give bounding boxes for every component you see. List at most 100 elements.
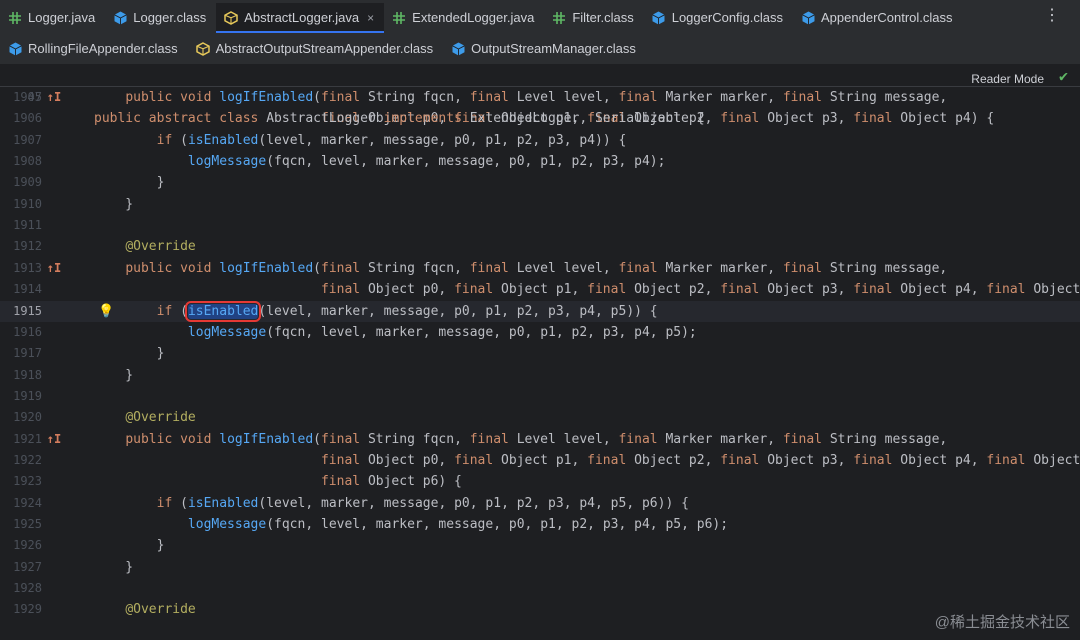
code-line[interactable]: 1917 } [0,343,1080,364]
code-line[interactable]: 1915 💡 if (isEnabled(level, marker, messa… [0,300,1080,322]
code-line[interactable]: 1916 logMessage(fqcn, level, marker, mes… [0,322,1080,343]
code-text: public void logIfEnabled(final String fq… [125,90,948,105]
class-file-icon [652,11,666,25]
reader-mode-toggle[interactable]: Reader Mode [971,68,1044,90]
line-number[interactable]: 1921 [0,429,42,450]
sticky-code: public abstract class AbstractLogger imp… [94,111,705,126]
code-line[interactable]: 1909 } [0,172,1080,193]
highlighted-method-call[interactable]: isEnabled [184,300,262,322]
code-text: } [94,538,165,554]
line-number[interactable]: 1919 [0,386,42,407]
tab-label: RollingFileAppender.class [28,41,178,56]
tab-row-1: Logger.java Logger.class AbstractLogger.ja… [0,2,963,33]
code-line[interactable]: 1920 @Override [0,407,1080,428]
line-number[interactable]: 1910 [0,194,42,215]
code-text: } [94,175,165,191]
line-number[interactable]: 1920 [0,407,42,428]
tab-logger-class[interactable]: Logger.class [105,3,216,33]
code-line[interactable]: 1923 final Object p6) { [0,471,1080,492]
class-file-icon [8,42,22,56]
interface-java-icon [392,11,406,25]
code-text: logMessage(fqcn, level, marker, message,… [187,517,729,532]
code-line[interactable]: 1912 @Override [0,236,1080,257]
code-line[interactable]: 1905↑I public void logIfEnabled(final St… [0,87,1080,108]
class-file-icon [451,42,465,56]
line-number[interactable]: 1913 [0,258,42,279]
line-number[interactable]: 1922 [0,450,42,471]
tab-appendercontrol-class[interactable]: AppenderControl.class [793,3,963,33]
code-line[interactable]: 1913 ↑I public void logIfEnabled(final St… [0,258,1080,279]
code-line[interactable]: 1910 } [0,194,1080,215]
code-text: } [94,346,165,362]
tab-label: Logger.class [133,10,207,25]
tab-loggerconfig-class[interactable]: LoggerConfig.class [644,3,793,33]
code-text: final Object p0, final Object p1, final … [320,282,1080,298]
code-line[interactable]: 1918 } [0,365,1080,386]
tab-abstractlogger-java[interactable]: AbstractLogger.java × [216,2,385,33]
tab-label: Logger.java [28,10,96,25]
line-number[interactable]: 1927 [0,557,42,578]
code-line[interactable]: 1907 if (isEnabled(level, marker, messag… [0,130,1080,151]
code-text: public void logIfEnabled(final String fq… [125,260,948,276]
line-number[interactable]: 1926 [0,535,42,556]
tab-label: Filter.class [572,10,634,25]
code-text: if (isEnabled(level, marker, message, p0… [156,300,658,322]
more-tabs-menu-icon[interactable]: ⋮ [1044,8,1060,24]
tab-filter-class[interactable]: Filter.class [544,3,643,33]
tab-logger-java[interactable]: Logger.java [0,3,105,33]
tab-label: LoggerConfig.class [671,10,784,25]
code-line[interactable]: 1924 if (isEnabled(level, marker, messag… [0,493,1080,514]
line-number[interactable]: 1925 [0,514,42,535]
line-number[interactable]: 1924 [0,493,42,514]
code-line[interactable]: 1929 @Override [0,599,1080,620]
line-number[interactable]: 1914 [0,279,42,300]
abstract-class-icon [224,10,238,25]
implements-method-gutter-icon[interactable]: ↑I [46,429,62,450]
code-line[interactable]: 1919 [0,386,1080,407]
line-number[interactable]: 1929 [0,599,42,620]
code-line[interactable]: 1908 logMessage(fqcn, level, marker, mes… [0,151,1080,172]
code-text: public void logIfEnabled(final String fq… [125,431,948,447]
interface-java-icon [552,11,566,25]
code-text: @Override [125,239,196,255]
code-text: logMessage(fqcn, level, marker, message,… [187,324,697,340]
tab-outputstreammanager-class[interactable]: OutputStreamManager.class [443,34,646,64]
implements-method-gutter-icon[interactable]: ↑I [46,258,62,279]
inspection-ok-icon[interactable]: ✔ [1059,65,1068,87]
tab-label: AbstractLogger.java [244,10,360,25]
code-line[interactable]: 1914 final Object p0, final Object p1, f… [0,279,1080,300]
implements-method-gutter-icon[interactable]: ↑I [46,87,62,108]
interface-java-icon [8,11,22,25]
class-file-icon [113,11,127,25]
code-text: } [94,367,134,383]
class-file-icon [801,11,815,25]
line-number[interactable]: 1915 [0,301,42,322]
code-text: logMessage(fqcn, level, marker, message,… [187,154,666,170]
watermark: @稀土掘金技术社区 [934,614,1070,631]
line-number[interactable]: 1911 [0,215,42,236]
code-text: @Override [125,602,196,618]
tab-extendedlogger-java[interactable]: ExtendedLogger.java [384,3,544,33]
code-line[interactable]: 1925 logMessage(fqcn, level, marker, mes… [0,514,1080,535]
sticky-scroll-header[interactable]: 47 public abstract class AbstractLogger … [0,64,1080,126]
code-line[interactable]: 1922 final Object p0, final Object p1, f… [0,450,1080,471]
code-text: if (isEnabled(level, marker, message, p0… [156,495,689,511]
code-line[interactable]: 1911 [0,215,1080,236]
tab-abstractoutputstreamappender-class[interactable]: AbstractOutputStreamAppender.class [188,34,444,64]
line-number[interactable]: 1917 [0,343,42,364]
code-line[interactable]: 1927 } [0,557,1080,578]
line-number[interactable]: 1912 [0,236,42,257]
code-text: final Object p6) { [320,474,462,490]
line-number[interactable]: 1916 [0,322,42,343]
line-number[interactable]: 1918 [0,365,42,386]
code-line[interactable]: 1928 [0,578,1080,599]
tab-rollingfileappender-class[interactable]: RollingFileAppender.class [0,34,188,64]
close-tab-icon[interactable]: × [367,11,374,25]
tab-label: AppenderControl.class [821,10,953,25]
code-line[interactable]: 1921 ↑I public void logIfEnabled(final St… [0,429,1080,450]
code-line[interactable]: 1926 } [0,535,1080,556]
abstract-class-icon [195,41,210,56]
line-number[interactable]: 1923 [0,471,42,492]
line-number[interactable]: 1928 [0,578,42,599]
code-editor[interactable]: 47 public abstract class AbstractLogger … [0,64,1080,640]
